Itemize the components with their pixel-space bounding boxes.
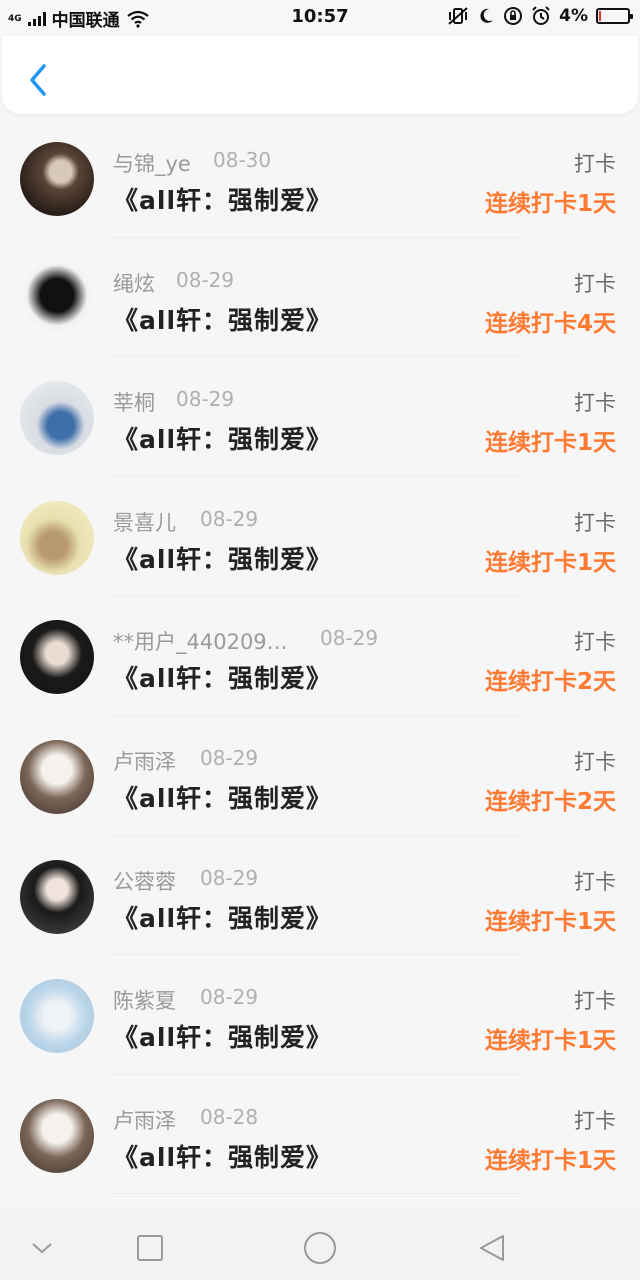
streak-text: 连续打卡1天	[484, 908, 616, 935]
triangle-back-icon	[480, 1235, 504, 1261]
entry-date: 08-28	[200, 1104, 259, 1129]
list-item[interactable]: 公蓉蓉 08-29 《all轩：强制爱》 打卡 连续打卡1天	[0, 836, 640, 956]
square-icon	[137, 1235, 163, 1261]
checkin-list: 与锦_ye 08-30 《all轩：强制爱》 打卡 连续打卡1天 绳炫 08-2…	[0, 118, 640, 1195]
streak-text: 连续打卡1天	[484, 1147, 616, 1174]
user-name[interactable]: 陈紫夏	[113, 985, 176, 1015]
book-title[interactable]: 《all轩：强制爱》	[113, 1018, 332, 1054]
streak-text: 连续打卡1天	[484, 1028, 616, 1055]
book-title[interactable]: 《all轩：强制爱》	[113, 540, 332, 576]
checkin-action: 打卡	[574, 271, 616, 296]
user-name[interactable]: 绳炫	[113, 268, 155, 298]
list-item[interactable]: 卢雨泽 08-28 《all轩：强制爱》 打卡 连续打卡1天	[0, 1075, 640, 1195]
user-name[interactable]: 莘桐	[113, 387, 155, 417]
checkin-action: 打卡	[574, 152, 616, 176]
streak-text: 连续打卡4天	[484, 310, 616, 337]
chevron-down-icon	[32, 1243, 52, 1254]
entry-date: 08-29	[200, 506, 259, 531]
nav-collapse-button[interactable]	[22, 1228, 62, 1268]
nav-recents-button[interactable]	[130, 1228, 170, 1268]
entry-date: 08-29	[176, 267, 235, 292]
user-name[interactable]: **用户_440209…	[113, 626, 288, 656]
user-name[interactable]: 卢雨泽	[113, 746, 176, 776]
list-item[interactable]: 莘桐 08-29 《all轩：强制爱》 打卡 连续打卡1天	[0, 357, 640, 477]
battery-level-fill	[599, 11, 601, 21]
user-name[interactable]: 卢雨泽	[113, 1105, 176, 1135]
avatar[interactable]	[20, 739, 94, 814]
rotation-lock-icon	[503, 6, 523, 26]
list-item[interactable]: 卢雨泽 08-29 《all轩：强制爱》 打卡 连续打卡2天	[0, 716, 640, 836]
list-item[interactable]: 陈紫夏 08-29 《all轩：强制爱》 打卡 连续打卡1天	[0, 955, 640, 1075]
top-bar	[2, 36, 638, 114]
checkin-action: 打卡	[574, 510, 616, 535]
streak-text: 连续打卡2天	[484, 669, 616, 696]
list-item[interactable]: 景喜儿 08-29 《all轩：强制爱》 打卡 连续打卡1天	[0, 477, 640, 597]
list-item[interactable]: 绳炫 08-29 《all轩：强制爱》 打卡 连续打卡4天	[0, 238, 640, 358]
checkin-action: 打卡	[574, 1108, 616, 1133]
book-title[interactable]: 《all轩：强制爱》	[113, 899, 332, 935]
avatar[interactable]	[20, 979, 94, 1054]
entry-date: 08-29	[200, 865, 259, 890]
entry-date: 08-29	[320, 626, 379, 651]
book-title[interactable]: 《all轩：强制爱》	[113, 659, 332, 695]
nav-home-button[interactable]	[300, 1228, 340, 1268]
avatar[interactable]	[20, 1098, 94, 1173]
nav-back-button[interactable]	[472, 1228, 512, 1268]
user-name[interactable]: 景喜儿	[113, 507, 176, 537]
book-title[interactable]: 《all轩：强制爱》	[113, 181, 332, 217]
chevron-left-icon	[30, 64, 46, 96]
divider	[112, 1193, 520, 1195]
battery-percent: 4%	[559, 6, 588, 26]
avatar[interactable]	[20, 620, 94, 695]
status-bar: 4G 中国联通 10:57 4%	[0, 0, 640, 34]
book-title[interactable]: 《all轩：强制爱》	[113, 420, 332, 456]
checkin-action: 打卡	[574, 749, 616, 774]
checkin-action: 打卡	[574, 989, 616, 1014]
status-right: 4%	[447, 6, 633, 26]
moon-icon	[477, 7, 495, 25]
list-item[interactable]: **用户_440209… 08-29 《all轩：强制爱》 打卡 连续打卡2天	[0, 596, 640, 716]
user-name[interactable]: 与锦_ye	[113, 148, 191, 178]
entry-date: 08-30	[213, 148, 272, 172]
vibrate-off-icon	[447, 7, 469, 25]
checkin-action: 打卡	[574, 869, 616, 894]
streak-text: 连续打卡1天	[484, 549, 616, 576]
streak-text: 连续打卡1天	[484, 430, 616, 457]
streak-text: 连续打卡2天	[484, 788, 616, 815]
avatar[interactable]	[20, 261, 94, 336]
book-title[interactable]: 《all轩：强制爱》	[113, 779, 332, 815]
entry-date: 08-29	[176, 387, 235, 412]
system-nav-bar	[0, 1208, 640, 1280]
alarm-icon	[531, 6, 551, 26]
circle-icon	[304, 1232, 336, 1264]
battery-icon	[596, 8, 633, 24]
list-item[interactable]: 与锦_ye 08-30 《all轩：强制爱》 打卡 连续打卡1天	[0, 118, 640, 238]
book-title[interactable]: 《all轩：强制爱》	[113, 1138, 332, 1174]
entry-date: 08-29	[200, 985, 259, 1010]
avatar[interactable]	[20, 142, 94, 216]
book-title[interactable]: 《all轩：强制爱》	[113, 301, 332, 337]
avatar[interactable]	[20, 381, 94, 456]
checkin-action: 打卡	[574, 630, 616, 655]
streak-text: 连续打卡1天	[484, 191, 616, 217]
entry-date: 08-29	[200, 745, 259, 770]
avatar[interactable]	[20, 859, 94, 934]
back-button[interactable]	[24, 62, 54, 98]
user-name[interactable]: 公蓉蓉	[113, 866, 176, 896]
checkin-action: 打卡	[574, 391, 616, 416]
avatar[interactable]	[20, 500, 94, 575]
